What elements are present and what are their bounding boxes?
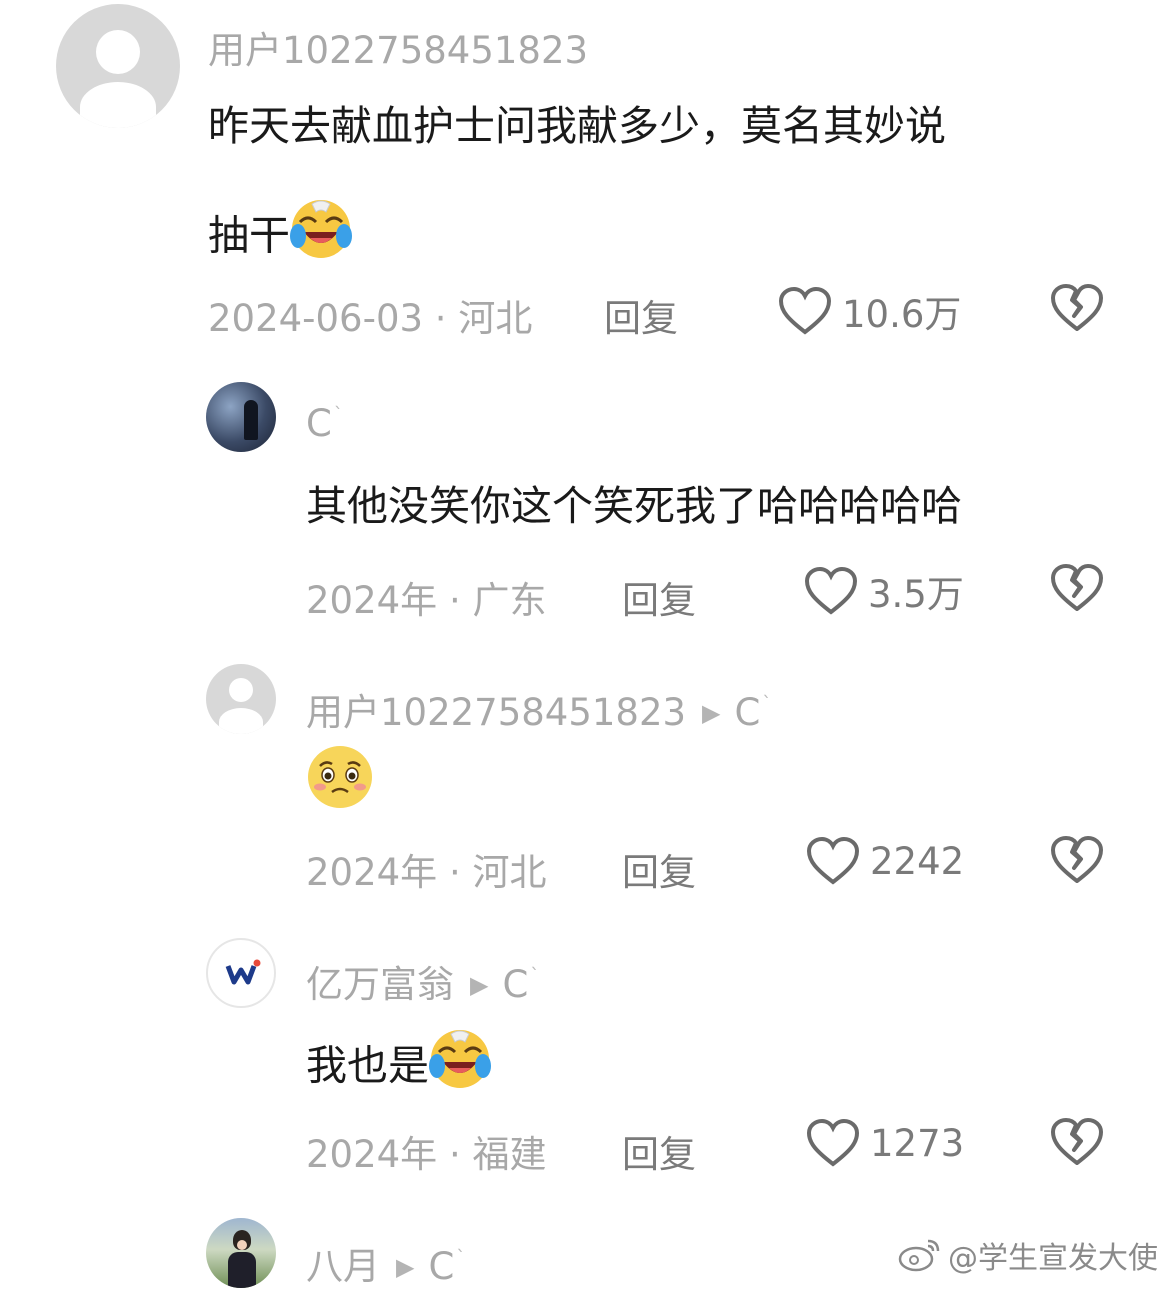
broken-heart-icon [1051,564,1103,611]
watermark-text: @学生宣发大使 [948,1241,1158,1276]
avatar[interactable] [206,382,276,452]
w-logo-icon [225,959,261,985]
comment-meta: 2024年 · 福建 [306,1124,546,1178]
dislike-button[interactable] [1050,562,1104,618]
comment-text [306,744,374,817]
comment-date: 2024年 [306,579,438,622]
reply-button[interactable]: 回复 [622,1124,696,1178]
reply-button[interactable]: 回复 [622,570,696,624]
broken-heart-icon [1051,1118,1103,1165]
like-count: 1273 [870,1121,965,1165]
username[interactable]: 用户1022758451823 ▶ C ` [306,682,771,736]
username[interactable]: 亿万富翁 ▶ C ` [306,954,539,1008]
comment-text: 昨天去献血护士问我献多少，莫名其妙说 [208,102,946,150]
broken-heart-icon [1051,284,1103,331]
avatar[interactable] [206,938,276,1008]
reply-arrow-icon: ▶ [396,1253,415,1281]
heart-icon [806,1118,860,1167]
dislike-button[interactable] [1050,282,1104,338]
comment-text: 我也是 [306,1030,491,1103]
watermark: @学生宣发大使 [898,1233,1158,1277]
comment-location: 河北 [472,851,547,894]
heart-icon [804,566,858,615]
like-button[interactable]: 2242 [806,836,964,886]
like-button[interactable]: 10.6万 [778,284,961,338]
like-button[interactable]: 3.5万 [804,564,964,618]
comment-text: 抽干 [208,200,352,273]
comment-location: 河北 [458,297,533,340]
separator: · [434,297,447,340]
comment-date: 2024年 [306,851,438,894]
comment-meta: 2024-06-03 · 河北 [208,288,532,342]
username[interactable]: 用户1022758451823 [208,20,588,74]
comment-meta: 2024年 · 广东 [306,570,546,624]
like-count: 10.6万 [842,293,962,336]
name-suffix-mark: ` [333,404,343,425]
like-count: 3.5万 [868,573,964,616]
reply-to-username[interactable]: C [502,963,528,1006]
dislike-button[interactable] [1050,1116,1104,1172]
reply-button[interactable]: 回复 [622,842,696,896]
weibo-logo-icon [898,1239,940,1272]
comment-meta: 2024年 · 河北 [306,842,546,896]
comment-date: 2024年 [306,1133,438,1176]
broken-heart-icon [1051,836,1103,883]
reply-to-username[interactable]: C [735,691,761,734]
separator: · [448,851,461,894]
comment-location: 福建 [472,1133,547,1176]
separator: · [448,1133,461,1176]
name-suffix-mark: ` [530,965,540,986]
reply-arrow-icon: ▶ [702,699,721,727]
laughing-crying-emoji [290,198,352,267]
heart-icon [778,286,832,335]
avatar[interactable] [206,664,276,734]
name-suffix-mark: ` [762,693,772,714]
dislike-button[interactable] [1050,834,1104,890]
heart-icon [806,836,860,885]
laughing-crying-emoji [429,1028,491,1097]
comment-location: 广东 [472,579,547,622]
reply-to-username[interactable]: C [428,1245,454,1288]
username[interactable]: C ` [306,402,343,445]
avatar[interactable] [206,1218,276,1288]
avatar[interactable] [56,4,180,128]
like-button[interactable]: 1273 [806,1118,964,1168]
reply-arrow-icon: ▶ [470,971,489,999]
separator: · [448,579,461,622]
like-count: 2242 [870,839,965,883]
pleading-face-emoji [306,744,374,817]
username[interactable]: 八月 ▶ C ` [306,1236,465,1290]
comment-date: 2024-06-03 [208,297,424,340]
comment-text: 其他没笑你这个笑死我了哈哈哈哈哈 [306,482,962,530]
reply-button[interactable]: 回复 [604,288,678,342]
name-suffix-mark: ` [456,1247,466,1268]
